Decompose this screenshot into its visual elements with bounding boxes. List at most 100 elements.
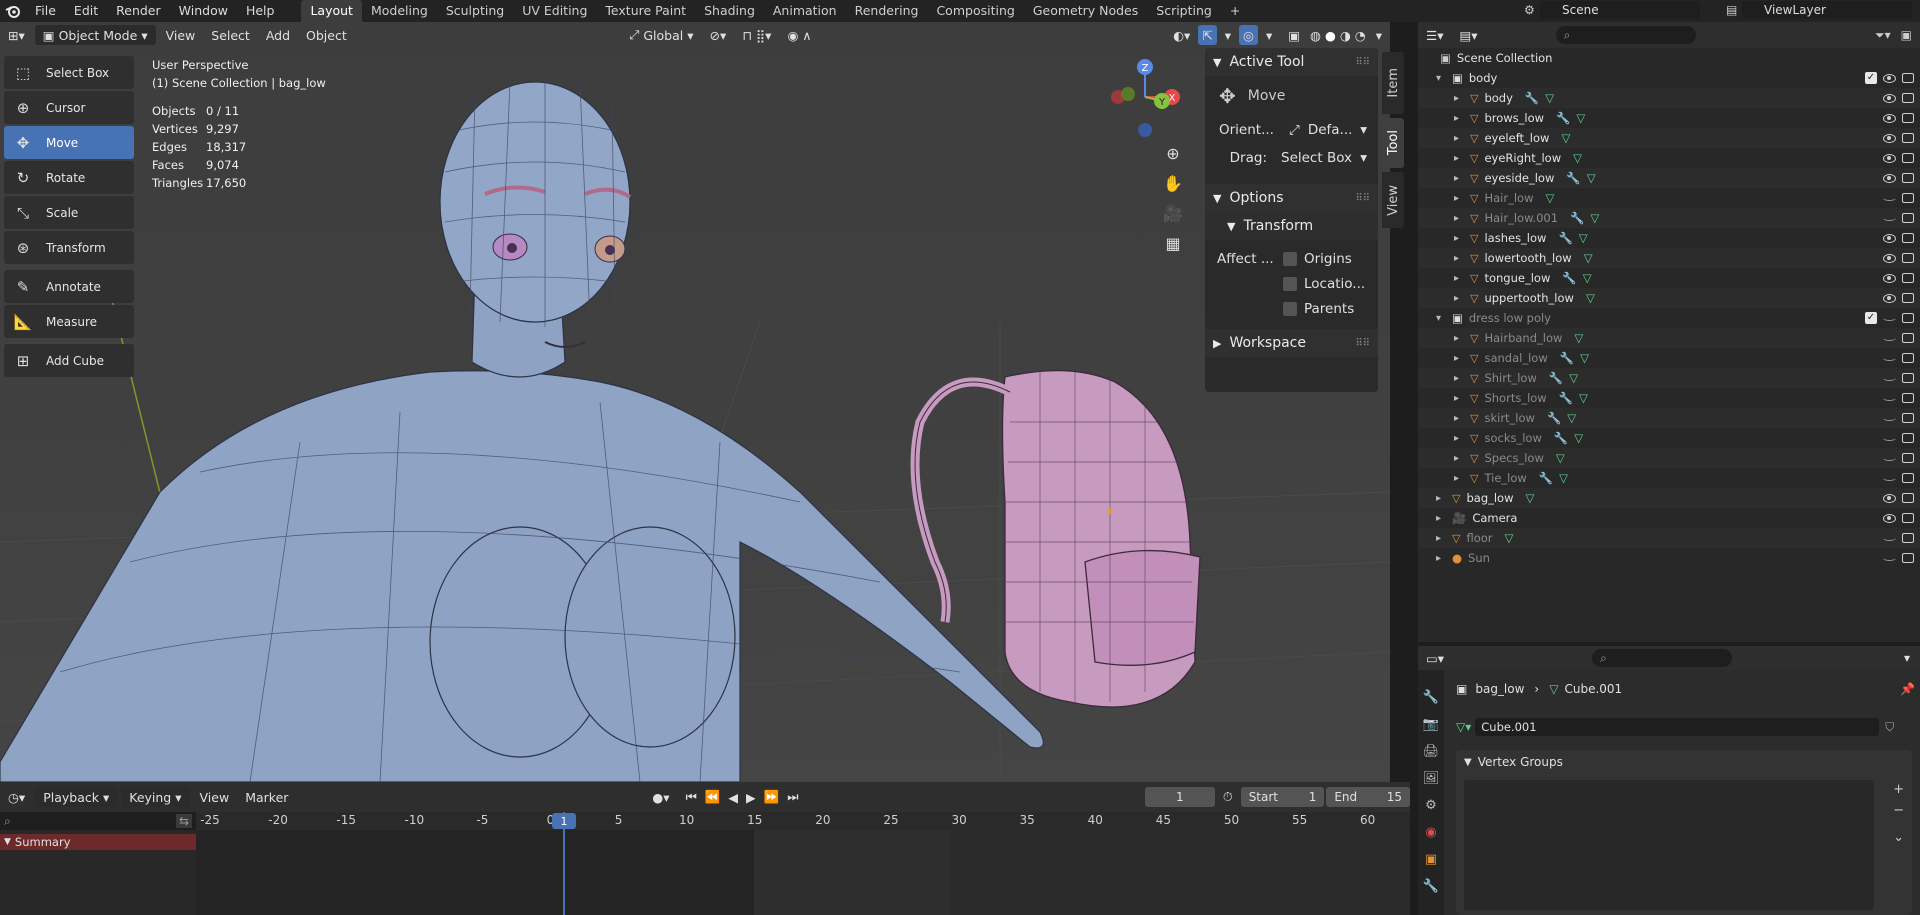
modifier-icon[interactable]: 🔧 xyxy=(1559,391,1573,405)
editor-type-icon[interactable]: ⊞▾ xyxy=(0,25,33,45)
render-camera-icon[interactable] xyxy=(1902,553,1914,563)
tab-item[interactable]: Item xyxy=(1382,52,1404,114)
outliner-collection-row[interactable]: ▾ ▣ dress low poly ✓ xyxy=(1418,308,1920,328)
outliner-object-row[interactable]: ▸ ▽ brows_low 🔧 ▽ xyxy=(1418,108,1920,128)
shading-material-icon[interactable]: ◑ xyxy=(1338,25,1353,45)
outliner-search-input[interactable]: ⌕ xyxy=(1555,26,1696,44)
modifier-icon[interactable]: 🔧 xyxy=(1547,411,1561,425)
expand-toggle-icon[interactable]: ▸ xyxy=(1454,293,1466,304)
tab-tool[interactable]: Tool xyxy=(1382,118,1404,168)
render-camera-icon[interactable] xyxy=(1902,173,1914,183)
mesh-data-icon[interactable]: ▽ xyxy=(1579,231,1588,245)
outliner-object-row[interactable]: ▸ ▽ Hairband_low ▽ xyxy=(1418,328,1920,348)
mesh-data-name-field[interactable]: Cube.001 xyxy=(1475,718,1880,736)
mesh-data-icon[interactable]: ▽ xyxy=(1586,291,1595,305)
filter-icon[interactable]: ⏷▾ xyxy=(1875,28,1891,43)
expand-toggle-icon[interactable]: ▾ xyxy=(1436,313,1448,324)
drag-handle-icon[interactable]: ⠿⠿ xyxy=(1355,57,1370,68)
add-workspace-button[interactable]: + xyxy=(1221,0,1249,22)
orientation-dropdown[interactable]: ⤢ Defa... ▾ xyxy=(1283,119,1373,141)
expand-toggle-icon[interactable]: ▸ xyxy=(1454,373,1466,384)
modifier-icon[interactable]: 🔧 xyxy=(1556,111,1570,125)
outliner-object-row[interactable]: ▸ ▽ bag_low ▽ xyxy=(1418,488,1920,508)
menu-render[interactable]: Render xyxy=(107,0,170,22)
render-camera-icon[interactable] xyxy=(1902,293,1914,303)
menu-add[interactable]: Add xyxy=(258,25,298,45)
render-camera-icon[interactable] xyxy=(1902,193,1914,203)
start-frame-field[interactable]: Start 1 xyxy=(1240,787,1325,807)
menu-object[interactable]: Object xyxy=(298,25,355,45)
render-camera-icon[interactable] xyxy=(1902,373,1914,383)
menu-edit[interactable]: Edit xyxy=(65,0,107,22)
tool-transform[interactable]: ⊛ Transform xyxy=(4,231,134,264)
xray-icon[interactable]: ▣ xyxy=(1280,25,1308,45)
outliner-object-row[interactable]: ▸ ▽ tongue_low 🔧 ▽ xyxy=(1418,268,1920,288)
pan-hand-icon[interactable]: ✋ xyxy=(1160,170,1186,196)
exclude-checkbox[interactable]: ✓ xyxy=(1865,312,1877,324)
expand-toggle-icon[interactable]: ▸ xyxy=(1454,333,1466,344)
tool-settings-icon[interactable]: 🔧 xyxy=(1423,690,1439,705)
add-icon[interactable]: + xyxy=(1893,782,1904,797)
mesh-data-icon[interactable]: ▽▾ xyxy=(1456,720,1471,734)
eye-icon[interactable] xyxy=(1883,233,1896,243)
render-camera-icon[interactable] xyxy=(1902,133,1914,143)
playhead-frame[interactable]: 1 xyxy=(552,813,576,829)
mesh-data-icon[interactable]: ▽ xyxy=(1587,171,1596,185)
render-camera-icon[interactable] xyxy=(1902,493,1914,503)
fake-user-icon[interactable]: ⛉ xyxy=(1885,720,1894,735)
expand-toggle-icon[interactable]: ▸ xyxy=(1436,553,1448,564)
expand-toggle-icon[interactable]: ▾ xyxy=(1436,73,1448,84)
auto-keying-icon[interactable]: ●▾ xyxy=(644,787,677,807)
expand-toggle-icon[interactable]: ▸ xyxy=(1454,473,1466,484)
swap-icon[interactable]: ⇆ xyxy=(175,814,192,828)
expand-toggle-icon[interactable]: ▸ xyxy=(1454,93,1466,104)
render-camera-icon[interactable] xyxy=(1902,73,1914,83)
render-camera-icon[interactable] xyxy=(1902,533,1914,543)
outliner-object-row[interactable]: ▸ ▽ body 🔧 ▽ xyxy=(1418,88,1920,108)
eye-closed-icon[interactable] xyxy=(1883,355,1896,361)
eye-closed-icon[interactable] xyxy=(1883,455,1896,461)
render-camera-icon[interactable] xyxy=(1902,353,1914,363)
preview-range-icon[interactable]: ⏱ xyxy=(1215,787,1241,807)
outliner-object-row[interactable]: ▸ ▽ eyeleft_low ▽ xyxy=(1418,128,1920,148)
render-camera-icon[interactable] xyxy=(1902,333,1914,343)
display-mode-icon[interactable]: ▤▾ xyxy=(1451,25,1485,45)
scene-collection-row[interactable]: ▣ Scene Collection xyxy=(1418,48,1920,68)
outliner-object-row[interactable]: ▸ ▽ lowertooth_low ▽ xyxy=(1418,248,1920,268)
drag-handle-icon[interactable]: ⠿⠿ xyxy=(1355,338,1370,349)
exclude-checkbox[interactable]: ✓ xyxy=(1865,72,1877,84)
outliner-object-row[interactable]: ▸ 🎥 Camera xyxy=(1418,508,1920,528)
tab-modeling[interactable]: Modeling xyxy=(362,0,437,22)
tab-rendering[interactable]: Rendering xyxy=(846,0,928,22)
eye-closed-icon[interactable] xyxy=(1883,555,1896,561)
tool-scale[interactable]: ⤡ Scale xyxy=(4,196,134,229)
shading-wireframe-icon[interactable]: ◍ xyxy=(1308,25,1323,45)
tab-sculpting[interactable]: Sculpting xyxy=(437,0,513,22)
render-camera-icon[interactable] xyxy=(1902,253,1914,263)
current-frame-field[interactable]: 1 xyxy=(1144,787,1215,807)
view-layer-icon[interactable]: ▤ xyxy=(1726,3,1737,17)
parents-checkbox[interactable] xyxy=(1283,301,1297,316)
summary-channel[interactable]: ▼ Summary xyxy=(0,834,196,850)
mesh-data-icon[interactable]: ▽ xyxy=(1561,131,1570,145)
mesh-data-icon[interactable]: ▽ xyxy=(1559,471,1568,485)
eye-icon[interactable] xyxy=(1883,493,1896,503)
outliner-object-row[interactable]: ▸ ▽ Shirt_low 🔧 ▽ xyxy=(1418,368,1920,388)
modifier-icon[interactable]: 🔧 xyxy=(1562,271,1576,285)
scene-icon[interactable]: ⚙ xyxy=(1425,798,1437,813)
tool-select-box[interactable]: ⬚ Select Box xyxy=(4,56,134,89)
outliner-collection-row[interactable]: ▾ ▣ body ✓ xyxy=(1418,68,1920,88)
menu-select[interactable]: Select xyxy=(203,25,258,45)
proportional-edit-icon[interactable]: ◉ ∧ xyxy=(779,25,819,45)
eye-icon[interactable] xyxy=(1883,273,1896,283)
eye-icon[interactable] xyxy=(1883,293,1896,303)
play-icon[interactable]: ▶ xyxy=(746,790,756,805)
expand-toggle-icon[interactable]: ▸ xyxy=(1454,393,1466,404)
tool-cursor[interactable]: ⊕ Cursor xyxy=(4,91,134,124)
mesh-data-icon[interactable]: ▽ xyxy=(1580,351,1589,365)
outliner-object-row[interactable]: ▸ ▽ Specs_low ▽ xyxy=(1418,448,1920,468)
tab-layout[interactable]: Layout xyxy=(301,0,362,22)
gizmo-toggle-icon[interactable]: ⇱ xyxy=(1198,25,1217,45)
render-camera-icon[interactable] xyxy=(1902,313,1914,323)
outliner-object-row[interactable]: ▸ ▽ Tie_low 🔧 ▽ xyxy=(1418,468,1920,488)
